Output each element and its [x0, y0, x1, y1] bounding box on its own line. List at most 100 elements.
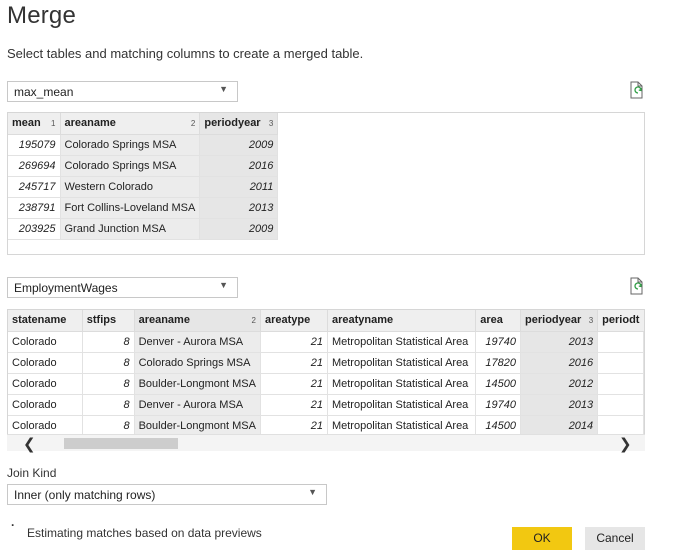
table1-col-header[interactable]: areaname 2: [60, 113, 201, 135]
table1-select[interactable]: max_mean ▼: [7, 81, 238, 102]
table-cell: Metropolitan Statistical Area: [327, 352, 477, 374]
table2-col-header[interactable]: areatype: [260, 310, 328, 332]
table-cell: 8: [82, 331, 135, 353]
table-cell: 2014: [520, 415, 599, 435]
dialog-title: Merge: [7, 2, 77, 29]
table-cell: 2011: [199, 176, 279, 198]
table-cell: [597, 373, 644, 395]
table-cell: Colorado: [8, 415, 83, 435]
table-cell: 2013: [520, 394, 599, 416]
table-cell: 245717: [8, 176, 61, 198]
table-cell: [597, 331, 644, 353]
scrollbar-thumb[interactable]: [64, 438, 178, 449]
table1-select-value: max_mean: [14, 85, 74, 99]
refresh-preview-icon[interactable]: [629, 277, 645, 295]
table2-preview: statename stfips areaname 2 areatype area…: [7, 309, 645, 435]
table-cell: Colorado: [8, 394, 83, 416]
table-cell: Grand Junction MSA: [60, 218, 201, 240]
join-kind-label: Join Kind: [7, 466, 57, 480]
table-cell: 14500: [475, 415, 522, 435]
table-cell: Boulder-Longmont MSA: [134, 373, 261, 395]
scroll-right-icon[interactable]: ❯: [619, 435, 632, 453]
table-cell: Boulder-Longmont MSA: [134, 415, 261, 435]
table2-col-header[interactable]: periodt: [597, 310, 644, 332]
table2-select-value: EmploymentWages: [14, 281, 118, 295]
table-cell: 2012: [520, 373, 599, 395]
status-text: Estimating matches based on data preview…: [27, 526, 262, 540]
table-cell: 2016: [520, 352, 599, 374]
table-row: 245717 Western Colorado 2011: [8, 176, 279, 198]
table-cell: Denver - Aurora MSA: [134, 394, 261, 416]
table-cell: 19740: [475, 394, 522, 416]
table2-col-header[interactable]: area: [475, 310, 522, 332]
chevron-down-icon: ▼: [219, 84, 228, 94]
table-cell: 14500: [475, 373, 522, 395]
join-kind-select[interactable]: Inner (only matching rows) ▼: [7, 484, 327, 505]
table-cell: Colorado: [8, 352, 83, 374]
table-row: 203925 Grand Junction MSA 2009: [8, 218, 279, 240]
chevron-down-icon: ▼: [219, 280, 228, 290]
table-cell: Colorado: [8, 373, 83, 395]
table2-col-header[interactable]: areaname 2: [134, 310, 261, 332]
table2-col-header[interactable]: statename: [8, 310, 83, 332]
refresh-preview-icon[interactable]: [629, 81, 645, 99]
table-cell: 21: [260, 331, 328, 353]
table2-col-header[interactable]: periodyear 3: [520, 310, 599, 332]
table-cell: 8: [82, 394, 135, 416]
table-cell: Metropolitan Statistical Area: [327, 373, 477, 395]
dialog-subtitle: Select tables and matching columns to cr…: [7, 46, 364, 61]
table-row: Colorado 8 Denver - Aurora MSA 21 Metrop…: [8, 331, 644, 353]
table-cell: Western Colorado: [60, 176, 201, 198]
table-cell: 2013: [520, 331, 599, 353]
table-cell: 21: [260, 415, 328, 435]
table-cell: [597, 415, 644, 435]
table-row: Colorado 8 Denver - Aurora MSA 21 Metrop…: [8, 394, 644, 416]
table-row: 195079 Colorado Springs MSA 2009: [8, 134, 279, 156]
table1-grid: mean 1 areaname 2 periodyear 3 195079 Color…: [8, 113, 279, 240]
table1-preview: mean 1 areaname 2 periodyear 3 195079 Color…: [7, 112, 645, 255]
table2-col-header[interactable]: areatyname: [327, 310, 477, 332]
table2-col-header[interactable]: stfips: [82, 310, 135, 332]
table-cell: [597, 352, 644, 374]
table-cell: Metropolitan Statistical Area: [327, 394, 477, 416]
table2-grid: statename stfips areaname 2 areatype area…: [8, 310, 644, 435]
table-cell: 195079: [8, 134, 61, 156]
table-cell: [597, 394, 644, 416]
table-row: Colorado 8 Boulder-Longmont MSA 21 Metro…: [8, 373, 644, 395]
table-row: Colorado 8 Colorado Springs MSA 21 Metro…: [8, 352, 644, 374]
table-cell: Colorado Springs MSA: [60, 134, 201, 156]
table-cell: 21: [260, 373, 328, 395]
table-cell: 2009: [199, 218, 279, 240]
table-cell: Fort Collins-Loveland MSA: [60, 197, 201, 219]
table1-col-header[interactable]: mean 1: [8, 113, 61, 135]
table-row: Colorado 8 Boulder-Longmont MSA 21 Metro…: [8, 415, 644, 435]
table-cell: Denver - Aurora MSA: [134, 331, 261, 353]
table2-select[interactable]: EmploymentWages ▼: [7, 277, 238, 298]
ok-button[interactable]: OK: [512, 527, 572, 550]
join-kind-value: Inner (only matching rows): [14, 488, 156, 502]
horizontal-scrollbar[interactable]: ❮ ❯: [7, 434, 645, 453]
table-cell: 203925: [8, 218, 61, 240]
table-cell: 21: [260, 352, 328, 374]
table-cell: Colorado Springs MSA: [134, 352, 261, 374]
table-row: 238791 Fort Collins-Loveland MSA 2013: [8, 197, 279, 219]
table-cell: Metropolitan Statistical Area: [327, 415, 477, 435]
table-cell: 2009: [199, 134, 279, 156]
table-cell: 21: [260, 394, 328, 416]
table-cell: 2013: [199, 197, 279, 219]
status-bullet: ·: [11, 518, 15, 532]
scroll-left-icon[interactable]: ❮: [23, 435, 36, 453]
table-cell: Colorado Springs MSA: [60, 155, 201, 177]
table1-col-header[interactable]: periodyear 3: [199, 113, 279, 135]
table-cell: 8: [82, 352, 135, 374]
table-cell: 8: [82, 373, 135, 395]
chevron-down-icon: ▼: [308, 487, 317, 497]
table-cell: 238791: [8, 197, 61, 219]
table-cell: 19740: [475, 331, 522, 353]
cancel-button[interactable]: Cancel: [585, 527, 645, 550]
table-cell: 17820: [475, 352, 522, 374]
table-cell: 269694: [8, 155, 61, 177]
table-cell: 2016: [199, 155, 279, 177]
table-row: 269694 Colorado Springs MSA 2016: [8, 155, 279, 177]
table-cell: Colorado: [8, 331, 83, 353]
